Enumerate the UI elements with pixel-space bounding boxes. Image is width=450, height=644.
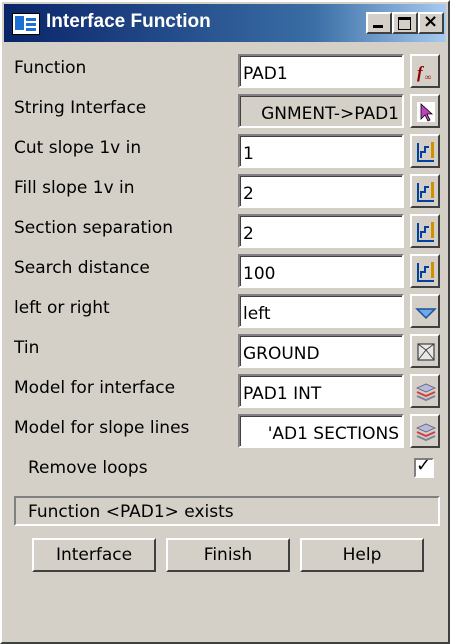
model-for-slope-lines-button[interactable] bbox=[410, 414, 440, 448]
tin-input[interactable]: GROUND bbox=[238, 334, 404, 368]
model-for-slope-lines-label: Model for slope lines bbox=[14, 418, 190, 438]
interface-function-window: Interface Function × Function PAD1 f ∞ S… bbox=[0, 0, 450, 644]
dropdown-arrow-icon bbox=[415, 308, 437, 320]
string-interface-label: String Interface bbox=[14, 98, 147, 118]
search-distance-row: Search distance 100 bbox=[14, 254, 440, 288]
tin-label: Tin bbox=[14, 338, 40, 358]
search-distance-label: Search distance bbox=[14, 258, 150, 278]
close-button[interactable]: × bbox=[418, 11, 444, 34]
search-distance-input[interactable]: 100 bbox=[238, 254, 404, 288]
minimize-button[interactable] bbox=[366, 12, 392, 34]
function-select-button[interactable]: f ∞ bbox=[410, 54, 440, 88]
pick-arrow-icon bbox=[417, 102, 435, 122]
fill-slope-row: Fill slope 1v in 2 bbox=[14, 174, 440, 208]
section-separation-input[interactable]: 2 bbox=[238, 214, 404, 248]
section-separation-row: Section separation 2 bbox=[14, 214, 440, 248]
function-label: Function bbox=[14, 58, 87, 78]
model-for-interface-input[interactable]: PAD1 INT bbox=[238, 374, 404, 408]
fill-slope-input[interactable]: 2 bbox=[238, 174, 404, 208]
finish-button[interactable]: Finish bbox=[166, 538, 290, 572]
value-select-icon bbox=[417, 142, 434, 162]
interface-button[interactable]: Interface bbox=[32, 538, 156, 572]
cut-slope-value-button[interactable] bbox=[410, 134, 440, 168]
function-input[interactable]: PAD1 bbox=[238, 54, 404, 88]
left-or-right-row: left or right left bbox=[14, 294, 440, 328]
model-for-interface-label: Model for interface bbox=[14, 378, 176, 398]
value-select-icon bbox=[417, 182, 434, 202]
model-for-slope-lines-row: Model for slope lines 'AD1 SECTIONS bbox=[14, 414, 440, 448]
tin-select-button[interactable] bbox=[410, 334, 440, 368]
check-icon: ✓ bbox=[416, 455, 432, 476]
string-pick-button[interactable] bbox=[410, 94, 440, 128]
left-or-right-label: left or right bbox=[14, 298, 110, 318]
close-icon: × bbox=[423, 11, 439, 32]
left-or-right-dropdown-button[interactable] bbox=[410, 294, 440, 328]
string-interface-row: String Interface GNMENT->PAD1 bbox=[14, 94, 440, 128]
fill-slope-label: Fill slope 1v in bbox=[14, 178, 135, 198]
section-separation-label: Section separation bbox=[14, 218, 174, 238]
cut-slope-input[interactable]: 1 bbox=[238, 134, 404, 168]
window-title: Interface Function bbox=[46, 11, 211, 32]
maximize-button[interactable] bbox=[392, 12, 418, 34]
section-separation-value-button[interactable] bbox=[410, 214, 440, 248]
model-layers-icon bbox=[416, 423, 436, 442]
left-or-right-select[interactable]: left bbox=[238, 294, 404, 328]
model-for-interface-row: Model for interface PAD1 INT bbox=[14, 374, 440, 408]
search-distance-value-button[interactable] bbox=[410, 254, 440, 288]
svg-text:f: f bbox=[417, 63, 425, 82]
model-for-slope-lines-input[interactable]: 'AD1 SECTIONS bbox=[238, 414, 404, 448]
cut-slope-label: Cut slope 1v in bbox=[14, 138, 142, 158]
cut-slope-row: Cut slope 1v in 1 bbox=[14, 134, 440, 168]
tin-row: Tin GROUND bbox=[14, 334, 440, 368]
fill-slope-value-button[interactable] bbox=[410, 174, 440, 208]
title-bar[interactable]: Interface Function × bbox=[4, 4, 446, 42]
string-interface-input[interactable]: GNMENT->PAD1 bbox=[238, 94, 404, 128]
help-button[interactable]: Help bbox=[300, 538, 424, 572]
status-bar: Function <PAD1> exists bbox=[14, 496, 440, 526]
function-row: Function PAD1 f ∞ bbox=[14, 54, 440, 88]
svg-text:∞: ∞ bbox=[425, 72, 431, 82]
value-select-icon bbox=[417, 262, 434, 282]
model-layers-icon bbox=[416, 383, 436, 402]
function-fx-icon: f ∞ bbox=[417, 63, 431, 82]
remove-loops-row: Remove loops ✓ bbox=[14, 455, 440, 486]
remove-loops-checkbox[interactable]: ✓ bbox=[414, 455, 434, 478]
app-icon bbox=[12, 13, 40, 35]
remove-loops-label: Remove loops bbox=[28, 458, 148, 478]
tin-icon bbox=[417, 343, 435, 361]
model-for-interface-button[interactable] bbox=[410, 374, 440, 408]
value-select-icon bbox=[417, 222, 434, 242]
status-message: Function <PAD1> exists bbox=[28, 502, 234, 522]
